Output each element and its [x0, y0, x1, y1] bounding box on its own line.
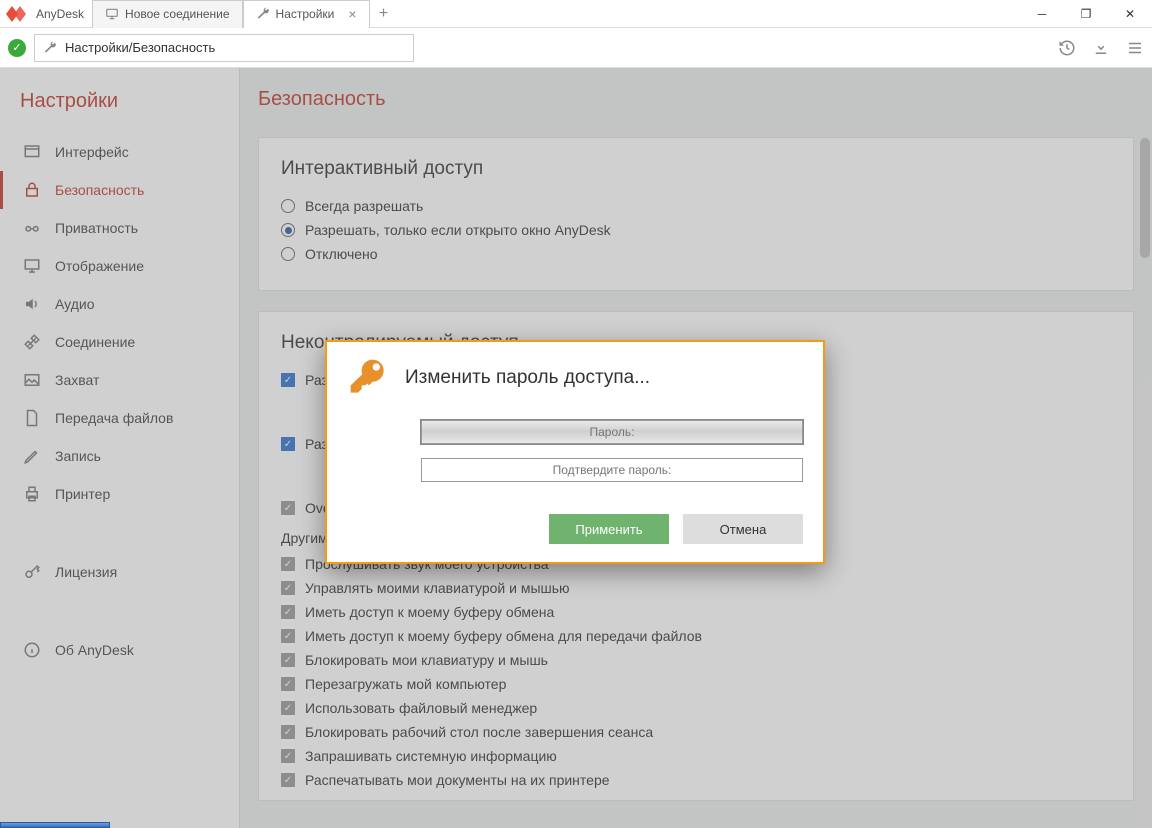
download-icon[interactable] [1092, 39, 1110, 57]
tab-new-connection[interactable]: Новое соединение [92, 0, 243, 28]
tab-settings[interactable]: Настройки × [243, 0, 370, 28]
monitor-icon [105, 7, 119, 21]
taskbar-hint [0, 822, 110, 828]
address-text: Настройки/Безопасность [65, 40, 215, 55]
history-icon[interactable] [1058, 39, 1076, 57]
maximize-button[interactable]: ❐ [1064, 0, 1108, 28]
close-button[interactable]: ✕ [1108, 0, 1152, 28]
dialog-title: Изменить пароль доступа... [405, 367, 650, 389]
confirm-password-input[interactable] [421, 458, 803, 482]
title-bar: AnyDesk Новое соединение Настройки × + ─… [0, 0, 1152, 28]
address-field[interactable]: Настройки/Безопасность [34, 34, 414, 62]
tab-label: Новое соединение [125, 7, 230, 21]
minimize-button[interactable]: ─ [1020, 0, 1064, 28]
tab-label: Настройки [276, 7, 335, 21]
status-ok-icon: ✓ [8, 39, 26, 57]
password-input[interactable] [421, 420, 803, 444]
close-icon[interactable]: × [348, 6, 356, 22]
wrench-icon [256, 7, 270, 21]
window-controls: ─ ❐ ✕ [1020, 0, 1152, 28]
new-tab-button[interactable]: + [370, 5, 398, 23]
menu-icon[interactable] [1126, 39, 1144, 57]
cancel-button[interactable]: Отмена [683, 514, 803, 544]
wrench-icon [43, 41, 57, 55]
change-password-dialog: Изменить пароль доступа... Применить Отм… [325, 340, 825, 564]
app-name: AnyDesk [36, 7, 84, 21]
apply-button[interactable]: Применить [549, 514, 669, 544]
key-icon [347, 356, 391, 400]
address-bar: ✓ Настройки/Безопасность [0, 28, 1152, 68]
anydesk-logo-icon [6, 2, 30, 26]
